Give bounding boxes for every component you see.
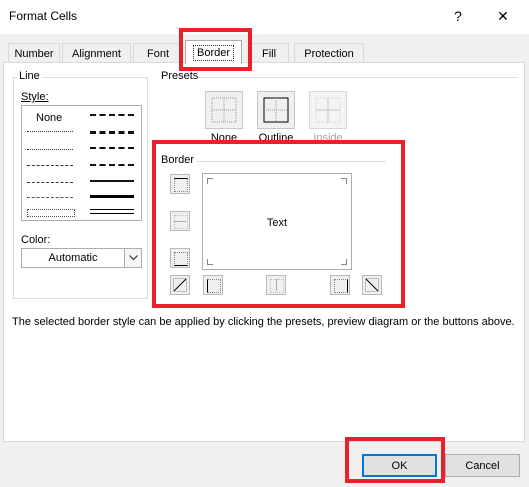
cancel-button[interactable]: Cancel <box>445 454 520 477</box>
line-group-rule-right <box>147 77 148 299</box>
line-group-rule-bottom <box>13 298 148 299</box>
line-style-slanted-dash-dot[interactable] <box>90 131 134 134</box>
line-style-thick[interactable] <box>90 195 134 198</box>
line-style-dashed[interactable] <box>27 197 73 198</box>
line-style-dotted[interactable] <box>27 149 73 150</box>
preset-inside-button[interactable] <box>309 91 347 129</box>
color-dropdown-value: Automatic <box>48 252 98 264</box>
color-dropdown[interactable]: Automatic <box>21 248 142 268</box>
presets-group-label: Presets <box>159 70 201 82</box>
line-style-dash-dot[interactable] <box>27 182 73 183</box>
preset-inside-icon <box>315 97 341 123</box>
style-label: Style: <box>21 91 49 103</box>
line-style-thin-selected[interactable] <box>27 209 75 217</box>
highlight-border-section <box>152 140 405 308</box>
line-style-hair[interactable] <box>27 131 73 132</box>
tab-number[interactable]: Number <box>8 43 60 63</box>
line-style-list[interactable]: None <box>21 105 142 221</box>
tab-font[interactable]: Font <box>133 43 183 63</box>
chevron-down-icon[interactable] <box>124 249 141 267</box>
tab-alignment[interactable]: Alignment <box>62 43 131 63</box>
line-style-double[interactable] <box>90 209 134 214</box>
tab-border-label: Border <box>192 44 235 61</box>
line-group-rule-left <box>13 77 14 299</box>
line-style-med-dash-dot-dot[interactable] <box>90 114 134 116</box>
help-note: The selected border style can be applied… <box>12 316 515 328</box>
line-style-medium[interactable] <box>90 180 134 182</box>
line-style-med-dashed[interactable] <box>90 164 134 166</box>
preset-none-icon <box>211 97 237 123</box>
close-button[interactable]: ✕ <box>490 4 516 28</box>
help-button[interactable]: ? <box>445 4 471 28</box>
preset-outline-button[interactable] <box>257 91 295 129</box>
line-style-dash-dot-dot[interactable] <box>27 165 73 166</box>
tab-fill[interactable]: Fill <box>249 43 289 63</box>
line-style-none[interactable]: None <box>36 112 62 124</box>
highlight-ok-button <box>345 437 445 483</box>
line-style-med-dash-dot[interactable] <box>90 147 134 149</box>
line-group-label: Line <box>17 70 42 82</box>
dialog-title: Format Cells <box>9 9 78 23</box>
color-label: Color: <box>21 234 51 246</box>
presets-group-rule <box>198 77 518 78</box>
preset-outline-icon <box>263 97 289 123</box>
tab-protection[interactable]: Protection <box>294 43 364 63</box>
tab-border[interactable]: Border <box>185 40 242 64</box>
preset-none-button[interactable] <box>205 91 243 129</box>
